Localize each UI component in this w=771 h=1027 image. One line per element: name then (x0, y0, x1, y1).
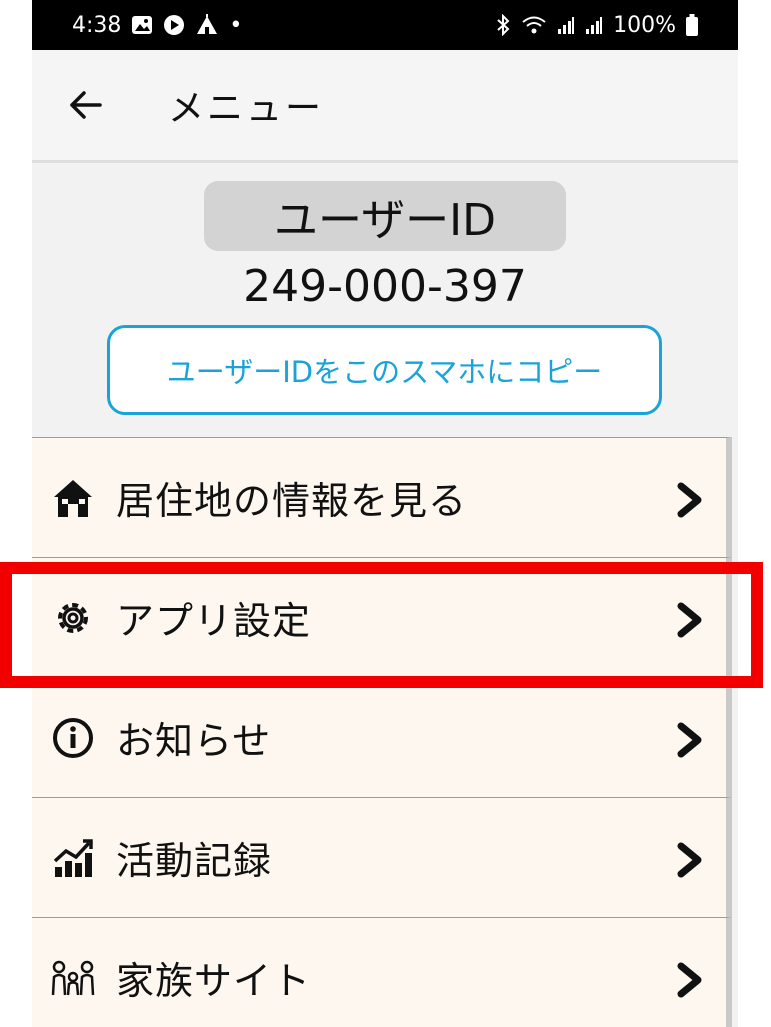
chevron-right-icon (676, 842, 704, 878)
house-icon (50, 475, 96, 521)
menu-item-family-site[interactable]: 家族サイト (32, 917, 732, 1027)
menu-item-label: 家族サイト (116, 959, 312, 1003)
user-id-value: 249-000-397 (243, 261, 527, 312)
user-id-label: ユーザーID (204, 181, 566, 251)
battery-icon (686, 14, 698, 36)
play-icon (163, 14, 185, 36)
menu-item-activity-log[interactable]: 活動記録 (32, 797, 732, 917)
chevron-right-icon (676, 722, 704, 758)
info-icon (50, 715, 96, 761)
camp-icon (195, 14, 219, 36)
status-time: 4:38 (72, 12, 122, 38)
battery-text: 100% (613, 12, 676, 38)
chevron-right-icon (676, 602, 704, 638)
wifi-icon (521, 15, 547, 35)
menu-item-label: 居住地の情報を見る (116, 479, 468, 523)
user-id-section: ユーザーID 249-000-397 ユーザーIDをこのスマホにコピー (32, 163, 738, 437)
bluetooth-icon (495, 14, 511, 36)
chevron-right-icon (676, 962, 704, 998)
signal-icon-1 (557, 15, 575, 35)
phone-screen: 4:38 • 100% メニュー ユーザーID 249-000-397 ユーザー… (32, 0, 738, 1027)
status-left: 4:38 • (72, 13, 242, 38)
menu-item-residence-info[interactable]: 居住地の情報を見る (32, 437, 732, 557)
page-title: メニュー (168, 88, 325, 129)
menu-item-label: お知らせ (116, 719, 272, 763)
menu-item-app-settings[interactable]: アプリ設定 (32, 557, 732, 677)
back-arrow-icon[interactable] (68, 88, 102, 122)
app-header: メニュー (32, 50, 738, 163)
signal-icon-2 (585, 15, 603, 35)
menu-item-label: アプリ設定 (116, 599, 312, 643)
menu-item-notices[interactable]: お知らせ (32, 677, 732, 797)
menu-list: 居住地の情報を見る アプリ設定 お知らせ 活動記録 家族サイト (32, 437, 738, 1027)
status-right: 100% (495, 13, 698, 38)
status-bar: 4:38 • 100% (32, 0, 738, 50)
gallery-icon (131, 15, 153, 35)
chart-icon (50, 835, 96, 881)
menu-item-label: 活動記録 (116, 839, 273, 883)
family-icon (50, 955, 96, 1001)
status-dot: • (229, 12, 243, 38)
copy-user-id-button[interactable]: ユーザーIDをこのスマホにコピー (107, 325, 662, 415)
chevron-right-icon (676, 482, 704, 518)
gear-icon (50, 595, 96, 641)
